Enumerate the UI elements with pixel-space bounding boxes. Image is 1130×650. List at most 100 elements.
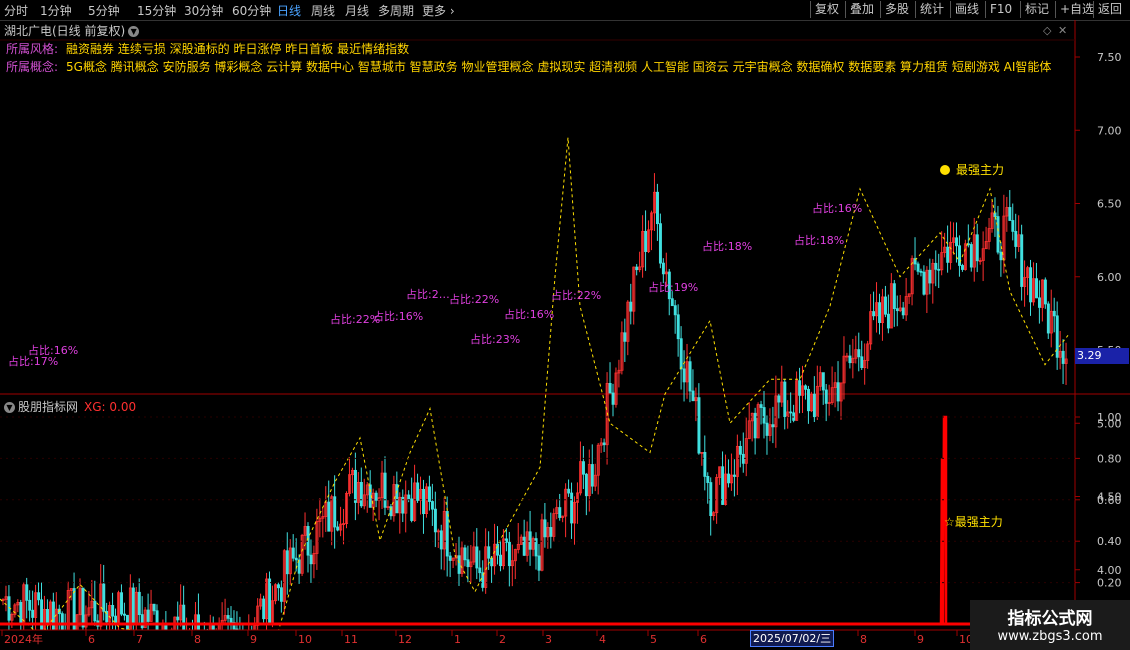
- date-tick-label: 12: [398, 633, 412, 646]
- proportion-label: 占比:23%: [470, 332, 520, 346]
- candle-body: [19, 601, 23, 626]
- candle-body: [176, 616, 180, 621]
- candle-body: [1046, 303, 1050, 334]
- date-tick-label: 2024年: [4, 632, 43, 646]
- proportion-label: 占比:22%: [449, 292, 499, 306]
- candle-body: [543, 519, 547, 538]
- candle-body: [892, 283, 896, 310]
- sub-axis-label: 0.40: [1097, 535, 1122, 548]
- candle-body: [152, 603, 156, 612]
- candle-body: [1014, 230, 1018, 247]
- candle-body: [276, 584, 280, 589]
- proportion-label: 占比:18%: [794, 233, 844, 247]
- current-price-badge: 3.29: [1075, 348, 1129, 364]
- candle-body: [430, 501, 434, 510]
- candle-body: [922, 271, 926, 295]
- candle-body: [549, 527, 553, 537]
- candle-body: [422, 488, 426, 514]
- candle-body: [928, 269, 932, 284]
- candle-body: [969, 244, 973, 268]
- kline-chart[interactable]: 占比:17%占比:16%占比:22%占比:16%占比:2… 占比:22%占比:23…: [0, 0, 1130, 650]
- candle-body: [487, 546, 491, 559]
- candle-body: [395, 484, 399, 514]
- candle-body: [961, 265, 964, 270]
- price-axis-label: 6.00: [1097, 271, 1122, 284]
- candle-body: [1035, 278, 1038, 299]
- date-tick-label: 9: [250, 633, 257, 646]
- candle-body: [537, 555, 541, 571]
- candle-body: [558, 507, 562, 518]
- candle-body: [658, 223, 662, 264]
- date-tick-label: 7: [136, 633, 143, 646]
- candle-body: [812, 393, 816, 418]
- date-tick-label: 8: [194, 633, 201, 646]
- candle-body: [448, 555, 452, 561]
- style-value: 融资融券 连续亏损 深股通标的 昨日涨停 昨日首板 最近情绪指数: [66, 42, 410, 56]
- candle-body: [31, 609, 35, 618]
- candle-body: [611, 392, 615, 405]
- candle-body: [570, 492, 574, 524]
- candle-body: [584, 473, 588, 497]
- candle-body: [697, 397, 701, 454]
- date-tick-label: 4: [599, 633, 606, 646]
- proportion-label: 占比:2…: [406, 287, 450, 301]
- candle-body: [120, 592, 124, 615]
- candle-body: [229, 617, 233, 623]
- candle-body: [1008, 207, 1012, 221]
- candle-body: [721, 466, 725, 505]
- candle-body: [359, 482, 363, 507]
- watermark-line2: www.zbgs3.com: [997, 629, 1103, 644]
- candle-body: [262, 598, 266, 620]
- sub-axis-label: 0.20: [1097, 577, 1122, 590]
- close-icon[interactable]: ✕: [1058, 24, 1067, 37]
- date-tick-label: 8: [860, 633, 867, 646]
- candle-body: [1011, 220, 1015, 232]
- candle-body: [374, 492, 378, 501]
- candle-body: [602, 442, 606, 446]
- date-tick-label: 2: [499, 633, 506, 646]
- price-axis-label: 7.00: [1097, 124, 1122, 137]
- date-tick-label: 11: [344, 633, 358, 646]
- candle-body: [123, 613, 126, 616]
- candle-body: [857, 349, 861, 358]
- watermark: 指标公式网 www.zbgs3.com: [970, 600, 1130, 650]
- candle-body: [285, 550, 289, 575]
- candle-body: [111, 604, 115, 617]
- candle-body: [410, 498, 414, 521]
- candle-body: [656, 191, 659, 225]
- candle-body: [688, 361, 692, 392]
- diamond-icon[interactable]: ◇: [1043, 24, 1051, 37]
- date-tick-label: 9: [917, 633, 924, 646]
- candle-body: [439, 530, 443, 550]
- candle-body: [1020, 234, 1024, 287]
- date-tick-label: 6: [88, 633, 95, 646]
- candle-body: [789, 411, 793, 414]
- date-tick-label: 1: [454, 633, 461, 646]
- candle-body: [507, 541, 511, 567]
- candle-body: [661, 262, 665, 275]
- proportion-label: 占比:19%: [648, 280, 698, 294]
- sub-indicator-xg: XG: 0.00: [84, 400, 137, 414]
- candle-body: [416, 482, 420, 501]
- sub-axis-label: 0.80: [1097, 452, 1122, 465]
- candle-body: [1055, 315, 1059, 358]
- date-axis-bg: [0, 630, 1075, 650]
- candle-body: [934, 262, 938, 270]
- candle-body: [478, 567, 482, 574]
- date-tick-label: 5: [650, 633, 657, 646]
- candle-body: [679, 338, 683, 370]
- candle-body: [137, 591, 141, 616]
- candle-body: [608, 383, 612, 394]
- date-tick-label: 10: [298, 633, 312, 646]
- candle-body: [146, 609, 150, 622]
- candle-body: [333, 496, 337, 528]
- chevron-down-icon[interactable]: ▼: [128, 26, 140, 37]
- candle-body: [327, 501, 331, 532]
- style-label: 所属风格:: [6, 42, 59, 56]
- chevron-down-icon[interactable]: ▼: [4, 402, 15, 413]
- candle-body: [878, 302, 882, 323]
- stock-title-text: 湖北广电(日线 前复权): [4, 24, 126, 38]
- candle-body: [102, 583, 106, 612]
- candle-body: [937, 268, 941, 271]
- candle-body: [567, 488, 571, 494]
